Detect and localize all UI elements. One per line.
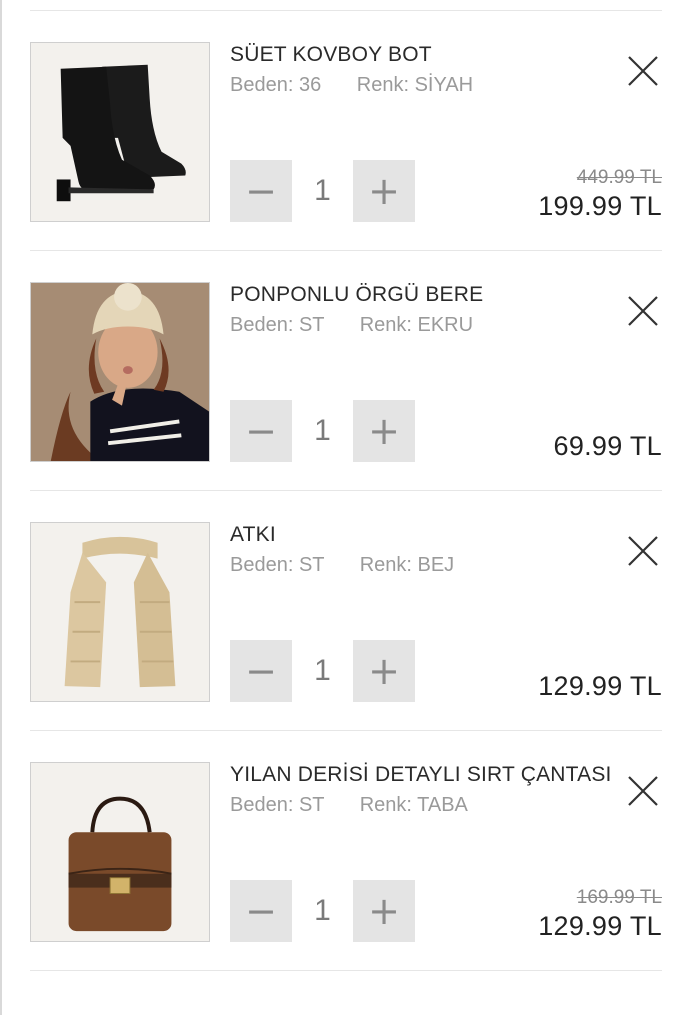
decrease-quantity-button[interactable]: − bbox=[230, 640, 292, 702]
quantity-stepper: − 1 + bbox=[230, 160, 415, 222]
product-size: Beden: 36 bbox=[230, 74, 322, 96]
quantity-stepper: − 1 + bbox=[230, 640, 415, 702]
remove-item-button[interactable] bbox=[627, 55, 659, 87]
original-price: 169.99 TL bbox=[576, 887, 662, 908]
remove-item-button[interactable] bbox=[627, 295, 659, 327]
product-attributes: Beden: ST Renk: EKRU bbox=[230, 314, 473, 337]
product-size: Beden: ST bbox=[230, 794, 325, 816]
black-suede-boot-image bbox=[31, 43, 209, 221]
product-name[interactable]: SÜET KOVBOY BOT bbox=[230, 43, 432, 67]
cart-item: PONPONLU ÖRGÜ BERE Beden: ST Renk: EKRU … bbox=[30, 251, 662, 490]
quantity-value: 1 bbox=[314, 174, 331, 207]
decrease-quantity-button[interactable]: − bbox=[230, 880, 292, 942]
cart-item-list: SÜET KOVBOY BOT Beden: 36 Renk: SİYAH − … bbox=[30, 10, 662, 971]
current-price: 69.99 TL bbox=[553, 431, 662, 461]
original-price: 449.99 TL bbox=[576, 167, 662, 188]
product-color: Renk: TABA bbox=[359, 794, 468, 816]
close-icon bbox=[628, 536, 658, 566]
decrease-quantity-button[interactable]: − bbox=[230, 160, 292, 222]
quantity-stepper: − 1 + bbox=[230, 880, 415, 942]
close-icon bbox=[628, 776, 658, 806]
quantity-value: 1 bbox=[314, 654, 331, 687]
cart-item: SÜET KOVBOY BOT Beden: 36 Renk: SİYAH − … bbox=[30, 11, 662, 250]
remove-item-button[interactable] bbox=[627, 535, 659, 567]
page-left-edge bbox=[0, 0, 2, 1015]
product-attributes: Beden: 36 Renk: SİYAH bbox=[230, 74, 473, 97]
product-attributes: Beden: ST Renk: TABA bbox=[230, 794, 468, 817]
product-name[interactable]: YILAN DERİSİ DETAYLI SIRT ÇANTASI bbox=[230, 763, 612, 787]
divider bbox=[30, 970, 662, 971]
close-icon bbox=[628, 56, 658, 86]
increase-quantity-button[interactable]: + bbox=[353, 640, 415, 702]
remove-item-button[interactable] bbox=[627, 775, 659, 807]
increase-quantity-button[interactable]: + bbox=[353, 400, 415, 462]
product-size: Beden: ST bbox=[230, 554, 325, 576]
product-thumbnail-backpack[interactable] bbox=[30, 762, 210, 942]
cart-item: ATKI Beden: ST Renk: BEJ − 1 + 129.99 TL bbox=[30, 491, 662, 730]
product-name[interactable]: PONPONLU ÖRGÜ BERE bbox=[230, 283, 483, 307]
product-thumbnail-scarf[interactable] bbox=[30, 522, 210, 702]
close-icon bbox=[628, 296, 658, 326]
product-name[interactable]: ATKI bbox=[230, 523, 276, 547]
current-price: 129.99 TL bbox=[538, 671, 662, 701]
product-color: Renk: EKRU bbox=[359, 314, 474, 336]
current-price: 199.99 TL bbox=[538, 191, 662, 221]
product-color: Renk: BEJ bbox=[359, 554, 455, 576]
increase-quantity-button[interactable]: + bbox=[353, 160, 415, 222]
product-color: Renk: SİYAH bbox=[356, 74, 474, 96]
cart-item: YILAN DERİSİ DETAYLI SIRT ÇANTASI Beden:… bbox=[30, 731, 662, 970]
product-thumbnail-beanie[interactable] bbox=[30, 282, 210, 462]
quantity-stepper: − 1 + bbox=[230, 400, 415, 462]
product-thumbnail-boot[interactable] bbox=[30, 42, 210, 222]
decrease-quantity-button[interactable]: − bbox=[230, 400, 292, 462]
brown-backpack-image bbox=[31, 763, 209, 941]
beige-knit-scarf-image bbox=[31, 523, 209, 701]
model-wearing-beanie-image bbox=[31, 283, 209, 461]
current-price: 129.99 TL bbox=[538, 911, 662, 941]
increase-quantity-button[interactable]: + bbox=[353, 880, 415, 942]
quantity-value: 1 bbox=[314, 414, 331, 447]
quantity-value: 1 bbox=[314, 894, 331, 927]
product-size: Beden: ST bbox=[230, 314, 325, 336]
product-attributes: Beden: ST Renk: BEJ bbox=[230, 554, 454, 577]
